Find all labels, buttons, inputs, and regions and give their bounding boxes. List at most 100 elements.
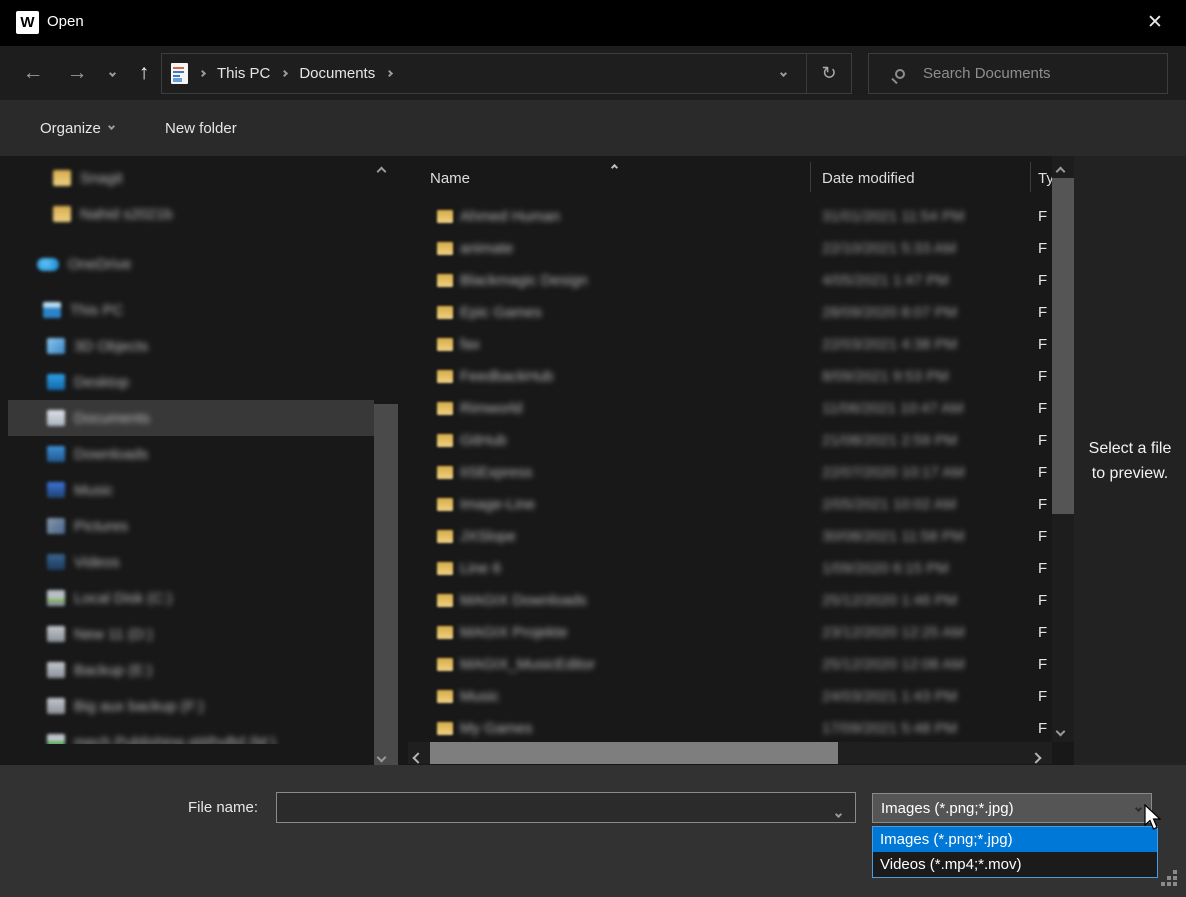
table-row[interactable]: MAGIX_MusicEditor25/12/2020 12:08 AMF (408, 648, 1052, 680)
file-name-input[interactable] (276, 792, 856, 823)
search-input[interactable] (921, 64, 1167, 83)
chevron-left-icon (412, 752, 423, 763)
downloads-icon (47, 446, 65, 462)
table-row[interactable]: Image-Line2/05/2021 10:02 AMF (408, 488, 1052, 520)
folder-icon (53, 170, 71, 186)
sidebar-item[interactable]: Music (8, 472, 374, 508)
table-row[interactable]: Rimworld11/06/2021 10:47 AMF (408, 392, 1052, 424)
folder-icon (437, 594, 453, 607)
sidebar-item[interactable]: Desktop (8, 364, 374, 400)
list-header: Name Date modified Ty (408, 156, 1052, 196)
table-row[interactable]: animate22/10/2021 5:33 AMF (408, 232, 1052, 264)
table-row[interactable]: Epic Games28/09/2020 8:07 PMF (408, 296, 1052, 328)
3d-icon (47, 338, 65, 354)
type-cell: F (1038, 400, 1047, 417)
preview-message: Select a file to preview. (1080, 436, 1180, 486)
sidebar-item[interactable]: New 11 (D:) (8, 616, 374, 652)
sidebar-item-label: New 11 (D:) (74, 626, 153, 643)
file-type-selected: Images (*.png;*.jpg) (881, 800, 1014, 817)
sidebar-item[interactable]: 3D Objects (8, 328, 374, 364)
title-bar: W Open ✕ (0, 0, 1186, 46)
file-name-cell: animate (460, 240, 513, 257)
file-type-option[interactable]: Images (*.png;*.jpg) (873, 827, 1157, 852)
column-header-type[interactable]: Ty (1038, 170, 1052, 187)
type-cell: F (1038, 560, 1047, 577)
table-row[interactable]: Line 61/09/2020 6:15 PMF (408, 552, 1052, 584)
file-name-cell: fax (460, 336, 480, 353)
videos-icon (47, 554, 65, 570)
close-icon[interactable]: ✕ (1138, 8, 1172, 38)
sidebar-item[interactable]: Backup (E:) (8, 652, 374, 688)
sidebar-item-label: Snagit (80, 170, 123, 187)
sidebar-item[interactable]: Videos (8, 544, 374, 580)
table-row[interactable]: IISExpress22/07/2020 10:17 AMF (408, 456, 1052, 488)
file-type-dropdown[interactable]: Images (*.png;*.jpg) (872, 793, 1152, 823)
chevron-down-icon (780, 70, 787, 77)
table-row[interactable]: MAGIX Downloads25/12/2020 1:46 PMF (408, 584, 1052, 616)
sidebar-item[interactable]: mech Publishing qWhyBd (M:) (8, 724, 374, 744)
chevron-down-icon (108, 69, 115, 76)
breadcrumb-documents[interactable]: Documents (299, 65, 375, 82)
table-row[interactable]: JXSlope30/08/2021 11:58 PMF (408, 520, 1052, 552)
column-divider[interactable] (1030, 162, 1031, 192)
word-document-icon (171, 63, 188, 84)
list-scrollbar-thumb[interactable] (1052, 178, 1074, 514)
column-header-date-modified[interactable]: Date modified (822, 170, 915, 187)
table-row[interactable]: fax22/03/2021 4:38 PMF (408, 328, 1052, 360)
address-bar[interactable]: This PC Documents ↻ (161, 53, 852, 94)
file-list: Name Date modified Ty Ahmed Human31/01/2… (408, 156, 1052, 742)
organize-button[interactable]: Organize (40, 100, 114, 156)
list-scroll-up[interactable] (1057, 162, 1064, 180)
file-name-cell: MAGIX_MusicEditor (460, 656, 595, 673)
new-folder-button[interactable]: New folder (165, 100, 237, 156)
sidebar-item[interactable]: Documents (8, 400, 374, 436)
list-scroll-down[interactable] (1057, 722, 1064, 740)
file-name-cell: Epic Games (460, 304, 542, 321)
word-app-icon: W (16, 11, 39, 34)
sidebar-scroll-up[interactable] (378, 162, 385, 180)
folder-icon (437, 626, 453, 639)
sidebar-item[interactable]: Nahid s2021b (8, 196, 374, 232)
file-name-history-chevron[interactable] (836, 804, 841, 822)
date-modified-cell: 17/09/2021 5:48 PM (822, 720, 957, 737)
sidebar-item-label: Backup (E:) (74, 662, 152, 679)
sidebar-scroll-down[interactable] (378, 748, 385, 766)
sidebar-item[interactable]: Pictures (8, 508, 374, 544)
horizontal-scrollbar-thumb[interactable] (430, 742, 838, 764)
drive-icon (47, 626, 65, 642)
type-cell: F (1038, 272, 1047, 289)
chevron-down-icon (835, 811, 842, 818)
address-dropdown-button[interactable] (761, 54, 806, 93)
sidebar-item[interactable]: This PC (8, 292, 374, 328)
recent-locations-chevron[interactable] (102, 46, 122, 100)
type-cell: F (1038, 240, 1047, 257)
sidebar-item[interactable]: Big aux backup (F:) (8, 688, 374, 724)
up-button[interactable]: ↑ (131, 46, 157, 100)
table-row[interactable]: Blackmagic Design4/05/2021 1:47 PMF (408, 264, 1052, 296)
sidebar-item[interactable]: Snagit (8, 160, 374, 196)
sidebar-item[interactable]: Downloads (8, 436, 374, 472)
resize-grip-icon[interactable] (1161, 870, 1181, 890)
column-header-name[interactable]: Name (430, 170, 470, 187)
forward-button[interactable]: → (64, 46, 90, 100)
table-row[interactable]: MAGIX Projekte23/12/2020 12:25 AMF (408, 616, 1052, 648)
column-divider[interactable] (810, 162, 811, 192)
table-row[interactable]: FeedbackHub8/09/2021 9:53 PMF (408, 360, 1052, 392)
preview-pane: Select a file to preview. (1074, 156, 1186, 765)
refresh-button[interactable]: ↻ (806, 54, 851, 93)
new-folder-label: New folder (165, 120, 237, 137)
sidebar-item[interactable]: Local Disk (C:) (8, 580, 374, 616)
back-button[interactable]: ← (20, 46, 46, 100)
file-type-option[interactable]: Videos (*.mp4;*.mov) (873, 852, 1157, 877)
type-cell: F (1038, 208, 1047, 225)
table-row[interactable]: My Games17/09/2021 5:48 PMF (408, 712, 1052, 742)
type-cell: F (1038, 368, 1047, 385)
sidebar-item[interactable]: OneDrive (8, 246, 374, 282)
type-cell: F (1038, 720, 1047, 737)
command-toolbar: Organize New folder ? (0, 100, 1186, 156)
table-row[interactable]: Music24/03/2021 1:43 PMF (408, 680, 1052, 712)
breadcrumb-this-pc[interactable]: This PC (217, 65, 270, 82)
table-row[interactable]: Ahmed Human31/01/2021 11:54 PMF (408, 200, 1052, 232)
table-row[interactable]: GitHub21/08/2021 2:59 PMF (408, 424, 1052, 456)
type-cell: F (1038, 656, 1047, 673)
